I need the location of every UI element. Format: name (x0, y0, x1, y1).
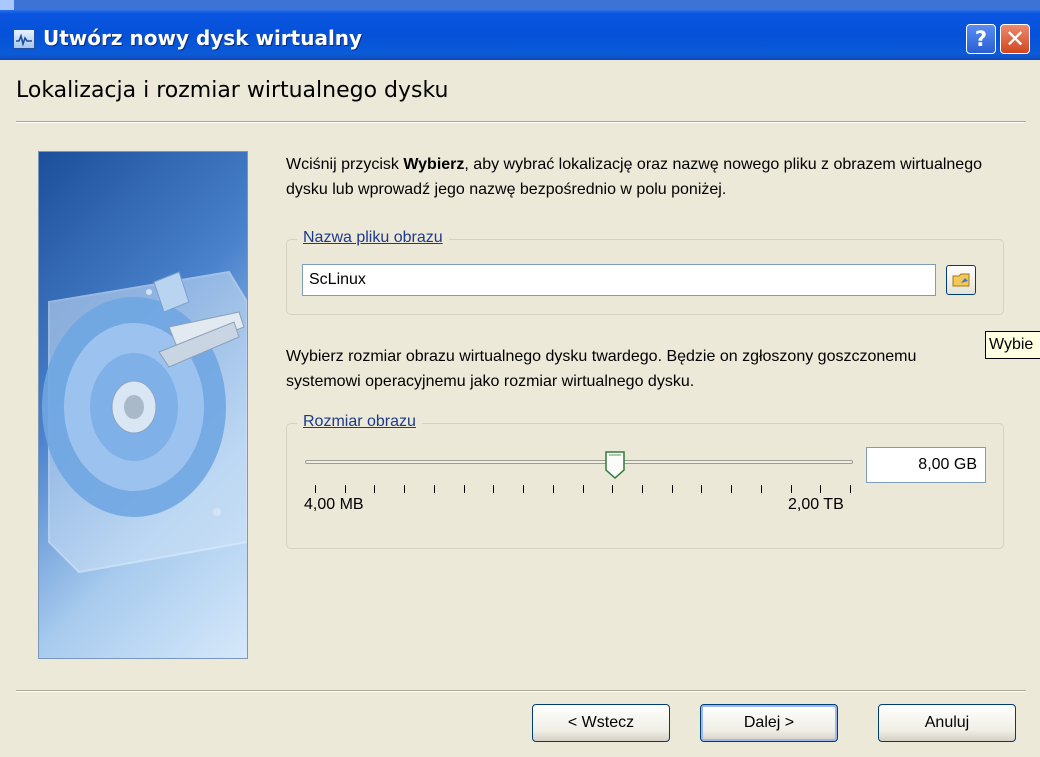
slider-tick (850, 485, 851, 493)
slider-tick (791, 485, 792, 493)
folder-browse-icon[interactable] (946, 265, 976, 295)
virtual-disk-app-icon (13, 29, 35, 49)
size-slider-track[interactable] (305, 460, 853, 464)
size-group: Rozmiar obrazu (286, 413, 1004, 549)
header-divider (16, 121, 1026, 123)
slider-tick (464, 485, 465, 493)
slider-tick (701, 485, 702, 493)
help-glyph: ? (974, 27, 988, 51)
slider-tick (434, 485, 435, 493)
slider-tick (374, 485, 375, 493)
slider-tick (731, 485, 732, 493)
slider-tick (612, 485, 613, 493)
footer-divider (16, 690, 1026, 692)
slider-tick (493, 485, 494, 493)
title-bar[interactable]: Utwórz nowy dysk wirtualny ? ✕ (0, 10, 1040, 60)
intro-description: Wciśnij przycisk Wybierz, aby wybrać lok… (286, 152, 1006, 202)
back-button[interactable]: < Wstecz (532, 704, 670, 742)
slider-tick (820, 485, 821, 493)
intro-text-before: Wciśnij przycisk (286, 156, 404, 173)
file-name-legend: Nazwa pliku obrazu (297, 229, 449, 247)
size-legend: Rozmiar obrazu (297, 413, 422, 431)
close-icon[interactable]: ✕ (1000, 24, 1030, 54)
file-name-input[interactable] (302, 264, 936, 296)
next-button-label: Dalej > (743, 714, 795, 731)
back-button-label: < Wstecz (567, 714, 635, 731)
size-slider-thumb[interactable] (604, 450, 626, 480)
slider-tick (523, 485, 524, 493)
intro-text-bold: Wybierz (403, 156, 465, 173)
size-min-label: 4,00 MB (304, 496, 364, 513)
slider-tick (315, 485, 316, 493)
window-corner-accent (0, 0, 14, 10)
slider-tick (345, 485, 346, 493)
slider-tick (761, 485, 762, 493)
slider-tick (642, 485, 643, 493)
window-top-edge (0, 0, 1040, 10)
slider-tick (583, 485, 584, 493)
next-button[interactable]: Dalej > (700, 704, 838, 742)
page-title: Lokalizacja i rozmiar wirtualnego dysku (16, 78, 449, 103)
slider-tick (404, 485, 405, 493)
help-icon[interactable]: ? (966, 24, 996, 54)
window-title: Utwórz nowy dysk wirtualny (43, 26, 363, 50)
slider-tick (553, 485, 554, 493)
close-glyph: ✕ (1004, 25, 1026, 53)
size-value-input[interactable] (866, 447, 986, 483)
size-max-label: 2,00 TB (788, 496, 844, 513)
slider-tick (672, 485, 673, 493)
cancel-button-label: Anuluj (924, 714, 970, 731)
size-description: Wybierz rozmiar obrazu wirtualnego dysku… (286, 348, 917, 390)
browse-tooltip: Wybie (985, 331, 1040, 359)
cancel-button[interactable]: Anuluj (878, 704, 1016, 742)
hard-disk-illustration (38, 151, 248, 659)
